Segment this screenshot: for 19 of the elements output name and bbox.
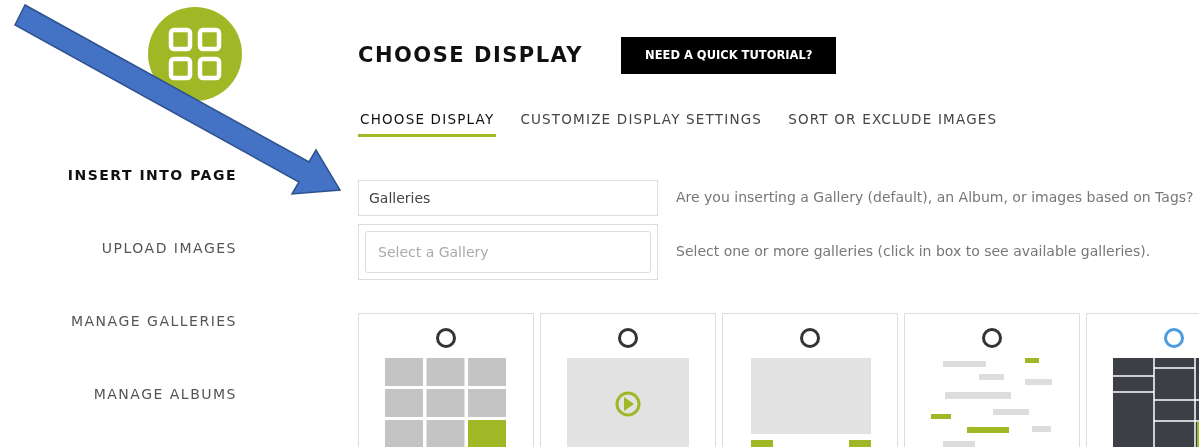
display-type-field[interactable]: Galleries (358, 179, 658, 216)
gallery-select-field[interactable]: Select a Gallery (365, 230, 651, 273)
sidebar-item[interactable]: UPLOAD IMAGES (101, 240, 237, 256)
tab[interactable]: SORT OR EXCLUDE IMAGES (786, 105, 1000, 137)
radio-button[interactable] (1164, 327, 1184, 348)
tab[interactable]: CUSTOMIZE DISPLAY SETTINGS (518, 105, 765, 137)
help-text: Are you inserting a Gallery (default), an Album, or images based on Tags? (676, 188, 1194, 207)
sidebar-item[interactable]: MANAGE ALBUMS (93, 386, 237, 402)
page-title: CHOOSE DISPLAY (358, 43, 584, 69)
tab[interactable]: CHOOSE DISPLAY (358, 105, 497, 137)
radio-button[interactable] (982, 327, 1002, 348)
help-text: Select one or more galleries (click in box to see available galleries). (676, 242, 1151, 261)
radio-button[interactable] (436, 327, 456, 348)
radio-button[interactable] (618, 327, 638, 348)
sidebar-item[interactable]: INSERT INTO PAGE (67, 167, 237, 183)
radio-button[interactable] (800, 327, 820, 348)
grid-icon (168, 27, 222, 81)
sidebar-item[interactable]: MANAGE GALLERIES (70, 313, 237, 329)
tutorial-button[interactable]: NEED A QUICK TUTORIAL? (621, 37, 837, 75)
